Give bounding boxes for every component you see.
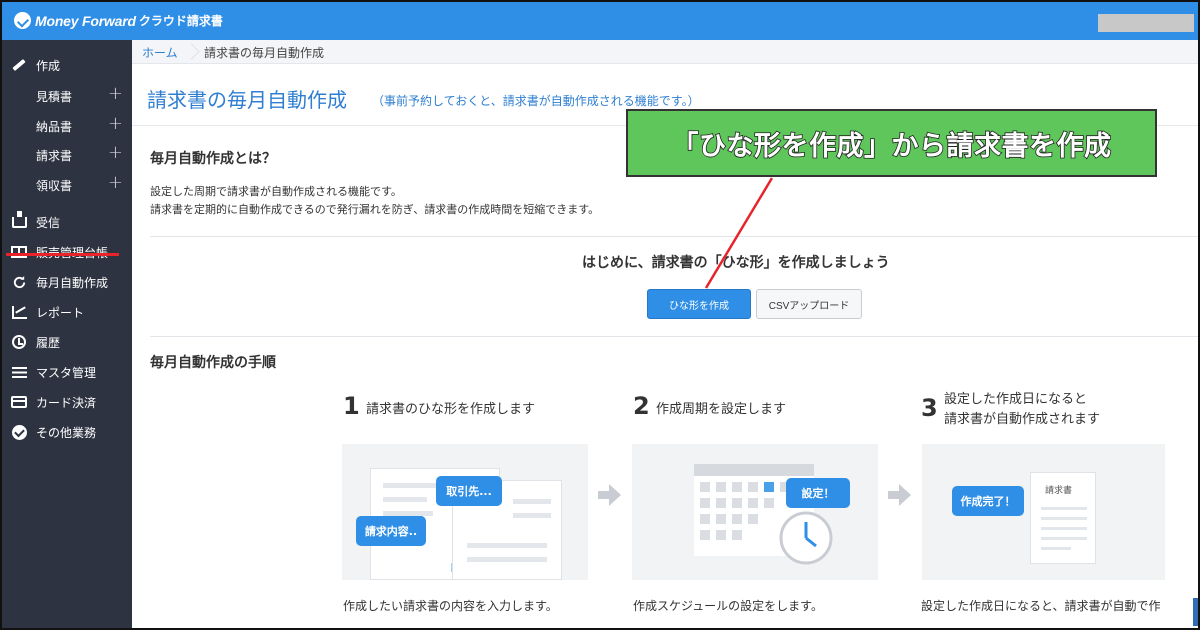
step-3-text-line-2: 請求書が自動作成されます: [944, 412, 1101, 427]
sidebar-item-label: マスタ管理: [36, 365, 97, 380]
plus-icon[interactable]: +: [108, 142, 123, 163]
breadcrumb-separator-icon: [184, 40, 198, 64]
client-bubble: 取引先...: [436, 476, 502, 506]
about-line-2: 請求書を定期的に自動作成できるので発行漏れを防ぎ、請求書の作成時間を短縮できます…: [150, 203, 600, 216]
app-logo[interactable]: Money Forward クラウド請求書: [14, 12, 223, 29]
sidebar-item-master[interactable]: マスタ管理: [2, 357, 132, 387]
sidebar-item-label: 受信: [36, 215, 61, 230]
csv-upload-button[interactable]: CSVアップロード: [756, 289, 862, 319]
list-icon: [10, 365, 28, 379]
content-bubble: 請求内容..: [356, 516, 426, 546]
sidebar-item-label: 納品書: [36, 120, 73, 134]
annotation-callout: 「ひな形を作成」から請求書を作成: [626, 109, 1157, 177]
pen-icon: [10, 58, 28, 72]
page-title: 請求書の毎月自動作成: [147, 88, 347, 112]
sidebar: 作成 見積書 + 納品書 + 請求書 + 領収書 + 受信 販売管理台帳 毎月自…: [2, 40, 132, 628]
plus-icon[interactable]: +: [108, 172, 123, 193]
sidebar-item-other[interactable]: その他業務: [2, 417, 132, 447]
invoice-doc-title: 請求書: [1045, 486, 1073, 496]
sidebar-item-history[interactable]: 履歴: [2, 327, 132, 357]
sidebar-item-estimate[interactable]: 見積書 +: [2, 80, 132, 110]
step-1-text: 請求書のひな形を作成します: [366, 402, 536, 417]
sidebar-item-label: その他業務: [36, 425, 97, 440]
setting-bubble: 設定！: [786, 478, 850, 508]
steps-title: 毎月自動作成の手順: [150, 355, 276, 371]
step-1-caption: 作成したい請求書の内容を入力します。: [343, 599, 558, 613]
sidebar-item-label: レポート: [36, 305, 85, 320]
sidebar-item-invoice[interactable]: 請求書 +: [2, 139, 132, 169]
sidebar-item-label: 作成: [36, 58, 61, 73]
breadcrumb-current: 請求書の毎月自動作成: [204, 46, 325, 60]
divider: [150, 236, 1198, 237]
step-arrow-icon: [888, 484, 914, 506]
scroll-indicator: [1193, 598, 1198, 626]
card-icon: [10, 395, 28, 409]
brand-name: Money Forward: [35, 12, 136, 29]
step-2-illustration: 設定！: [632, 444, 878, 580]
sidebar-item-inbox[interactable]: 受信: [2, 207, 132, 237]
sidebar-item-label: 見積書: [36, 90, 73, 104]
app-header: Money Forward クラウド請求書: [2, 2, 1198, 40]
step-3-text-line-1: 設定した作成日になると: [944, 392, 1088, 407]
breadcrumb: ホーム 請求書の毎月自動作成: [132, 40, 1198, 64]
breadcrumb-home-link[interactable]: ホーム: [142, 44, 178, 61]
clock-icon: [779, 511, 833, 565]
product-name: クラウド請求書: [138, 14, 223, 28]
invoice-document: 請求書: [1030, 472, 1096, 564]
sidebar-item-monthly-auto[interactable]: 毎月自動作成: [2, 267, 132, 297]
sidebar-item-label: 履歴: [36, 335, 61, 350]
plus-icon[interactable]: +: [108, 113, 123, 134]
ledger-icon: [10, 245, 28, 259]
refresh-icon: [10, 275, 28, 289]
about-line-1: 設定した周期で請求書が自動作成される機能です。: [150, 185, 402, 198]
sidebar-item-card-payment[interactable]: カード決済: [2, 387, 132, 417]
sidebar-item-label: 販売管理台帳: [36, 244, 108, 261]
sidebar-item-label: 毎月自動作成: [36, 275, 109, 290]
step-2-text: 作成周期を設定します: [656, 402, 787, 417]
about-title: 毎月自動作成とは？: [150, 151, 276, 167]
step-3-caption: 設定した作成日になると、請求書が自動で作: [921, 599, 1161, 613]
step-3-illustration: 請求書 作成完了！: [922, 444, 1165, 580]
callout-text: 「ひな形を作成」から請求書を作成: [671, 130, 1112, 163]
completed-bubble: 作成完了！: [952, 486, 1024, 516]
inbox-icon: [10, 210, 28, 229]
plus-icon[interactable]: +: [108, 83, 123, 104]
cta-text: はじめに、請求書の「ひな形」を作成しましょう: [582, 255, 890, 271]
chart-icon: [10, 305, 28, 319]
history-icon: [10, 335, 28, 349]
step-arrow-icon: [598, 484, 624, 506]
sidebar-item-label: カード決済: [36, 395, 97, 410]
sidebar-item-create[interactable]: 作成: [2, 50, 132, 80]
sidebar-item-label: 領収書: [36, 179, 73, 193]
page-description: （事前予約しておくと、請求書が自動作成される機能です。）: [372, 94, 700, 108]
sidebar-item-delivery[interactable]: 納品書 +: [2, 110, 132, 140]
step-2-caption: 作成スケジュールの設定をします。: [633, 599, 823, 613]
sidebar-item-receipt[interactable]: 領収書 +: [2, 169, 132, 199]
step-1-illustration: 取引先... 請求内容..: [342, 444, 588, 580]
sidebar-item-label: 請求書: [36, 149, 73, 163]
sidebar-item-ledger[interactable]: 販売管理台帳: [2, 237, 132, 267]
step-1-number: 1: [343, 392, 360, 420]
divider: [150, 336, 1198, 337]
moneyforward-logo-icon: [14, 12, 31, 29]
active-underline: [6, 253, 119, 256]
create-template-button[interactable]: ひな形を作成: [647, 289, 751, 319]
moneyforward-icon: [10, 424, 28, 440]
user-menu[interactable]: [1098, 14, 1194, 32]
step-3-number: 3: [921, 394, 938, 422]
sidebar-item-report[interactable]: レポート: [2, 297, 132, 327]
step-2-number: 2: [633, 392, 650, 420]
